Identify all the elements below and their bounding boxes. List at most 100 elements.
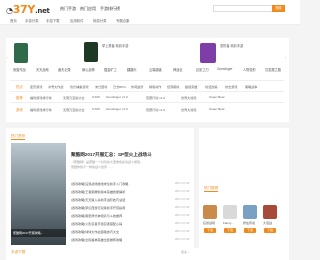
rank-app-name[interactable]: 大话战 (263, 221, 272, 225)
download-button[interactable]: 下载 (244, 228, 256, 233)
subnav-game-downloads[interactable]: 手游下载 (46, 18, 60, 23)
rank-app-name[interactable]: 修仙传说 (243, 221, 255, 225)
app-name-4[interactable]: 掘金矿工 (104, 67, 117, 72)
news-date: 2017-07-03 (175, 221, 190, 225)
game-tag[interactable]: GTA5 (92, 107, 100, 111)
news-list-item[interactable]: [游戏攻略]王者荣耀新版本英雄技能解析 (71, 189, 125, 194)
game-tag[interactable]: Gunslinger v1.0 (106, 107, 128, 111)
app-name-3[interactable]: 狮心战神 (82, 67, 95, 72)
sub-navigation (0, 16, 300, 25)
news-headline[interactable]: 聚酷网2017开服汇总：SP型火上战场斗 (71, 152, 152, 158)
site-logo[interactable]: ◔37Y.net (6, 3, 50, 16)
app-name-7[interactable]: 神战巨 (173, 67, 183, 72)
downloads-section (6, 248, 289, 260)
app-thumbnail-warrior[interactable] (84, 42, 98, 62)
news-description: 《聚酷网》是聚酷一个好玩的大型角色扮演战斗游戏， (71, 160, 144, 164)
nav-game-ranking[interactable]: 手游排行榜 (100, 6, 120, 12)
subnav-online-games[interactable]: 网游分类 (93, 18, 107, 23)
hot-tag[interactable]: 动漫改编 (205, 84, 217, 89)
hot-tag[interactable]: 日式RPG (113, 84, 126, 89)
rank-app-icon[interactable] (263, 205, 277, 219)
recommend-tag[interactable]: Super Bear (209, 95, 225, 99)
news-description: 聚酷你的不一样的战斗世界…… (71, 165, 114, 169)
hot-tag[interactable]: 策略战争 (245, 84, 257, 89)
hot-tag[interactable]: 冰雪大作战 (48, 84, 63, 89)
rank-app-name[interactable]: 狂暴战场 (203, 221, 215, 225)
news-list-item[interactable]: [游戏攻略]火影忍者手游忍者搭配心得 (71, 221, 122, 226)
app-name-6[interactable]: 云端超级 (149, 67, 162, 72)
news-tab[interactable]: 热门资讯 (11, 134, 26, 140)
game-tag[interactable]: 世界大冒险 (181, 107, 196, 112)
row-divider (10, 102, 284, 103)
app-tag-2: 变形者 精彩手游 (220, 44, 244, 48)
rank-app-icon[interactable] (203, 205, 217, 219)
hot-tag[interactable]: 末日题材 (95, 84, 107, 89)
download-button[interactable]: 下载 (264, 228, 276, 233)
news-list-item[interactable]: [游戏攻略]阴阳师式神培养与斗技推荐 (71, 213, 122, 218)
recommend-tag[interactable]: 无限元宝版大全 (63, 95, 85, 100)
app-name-9[interactable]: Gunslinger (217, 67, 232, 71)
logo-text: 37Y (12, 3, 36, 16)
rank-app-name[interactable]: Fanny... (223, 221, 234, 225)
hot-tag[interactable]: 经营模拟 (167, 84, 179, 89)
carousel-prev-icon[interactable]: ‹ (7, 55, 8, 60)
nav-hot-games[interactable]: 热门手游 (60, 6, 76, 12)
recommend-tag[interactable]: 福利游戏排行榜 (30, 95, 52, 100)
app-name-2[interactable]: 魔天记录 (58, 67, 71, 72)
rank-app-icon[interactable] (223, 205, 237, 219)
banner-caption[interactable]: 聚酷网2017开服攻略... (11, 229, 66, 237)
subnav-topics[interactable]: 专题合集 (116, 18, 130, 23)
news-date: 2017-07-03 (175, 205, 190, 209)
news-list-item[interactable]: [游戏攻略]球球大作战吞噬技巧大全 (71, 229, 119, 234)
rank-app-icon[interactable] (243, 205, 257, 219)
row-label-recommend: 推荐 (16, 96, 23, 100)
game-tag[interactable]: 无限元宝版大全 (63, 107, 85, 112)
app-thumbnail-transformer[interactable] (200, 43, 216, 63)
more-link[interactable]: 更多 > (181, 250, 190, 254)
game-tag[interactable]: 荒野行动 v1.0 (146, 107, 165, 112)
news-list-item[interactable]: [游戏攻略]天天狼人杀新手进阶技巧总结 (71, 197, 125, 202)
row-label-games: 游戏 (16, 108, 23, 112)
recommend-tag[interactable]: Gunslinger v1.0 (106, 95, 128, 99)
app-name-1[interactable]: 天天战地 (36, 67, 49, 72)
search-input[interactable] (213, 5, 273, 12)
hot-tag[interactable]: 欢乐捕鱼游戏 (70, 84, 89, 89)
search-button[interactable]: 搜索 (272, 5, 285, 12)
app-name-11[interactable]: 汉发展之路 (265, 67, 281, 72)
app-name-0[interactable]: 熊猫作战 (13, 67, 26, 72)
app-thumbnail-panda[interactable] (14, 43, 28, 63)
subnav-home[interactable]: 首页 (10, 18, 17, 23)
news-date: 2017-07-03 (175, 213, 190, 217)
news-list-item[interactable]: [游戏攻略]狂暴战场绝地求生新手入门攻略 (71, 181, 128, 186)
logo-circle-icon: ◔ (6, 6, 13, 15)
subnav-apps[interactable]: 应用软件 (70, 18, 84, 23)
game-tag[interactable]: Super Bear (209, 107, 225, 111)
app-name-8[interactable]: 幻影之刃 (196, 67, 209, 72)
hot-tag[interactable]: 休闲益智 (131, 84, 143, 89)
hot-tag[interactable]: 超级英雄 (185, 84, 197, 89)
downloads-section-title: 手游下载 (11, 250, 26, 254)
news-date: 2017-07-03 (175, 189, 190, 193)
hot-tag[interactable]: 横版动作 (149, 84, 161, 89)
download-button[interactable]: 下载 (224, 228, 236, 233)
hot-tag[interactable]: 变形游戏 (30, 84, 42, 89)
section-divider (10, 80, 284, 81)
hot-tag[interactable]: 射击游戏 (225, 84, 237, 89)
news-list-item[interactable]: [游戏攻略]梦幻西游无双版新手开荒指南 (71, 205, 125, 210)
news-date: 2017-07-03 (175, 181, 190, 185)
row-label-hot: 热点 (16, 85, 23, 89)
recommend-tag[interactable]: 荒野行动 v1.0 (146, 95, 165, 100)
app-name-10[interactable]: 人物变形 (243, 67, 256, 72)
carousel-next-icon[interactable]: › (285, 55, 286, 60)
news-date: 2017-07-03 (175, 197, 190, 201)
recommend-tab[interactable]: 热门推荐 (204, 186, 219, 192)
recommend-tag[interactable]: 世界大冒险 (181, 95, 196, 100)
news-date: 2017-07-03 (175, 237, 190, 241)
nav-hot-apps[interactable]: 热门应用 (80, 6, 96, 12)
download-button[interactable]: 下载 (204, 228, 216, 233)
recommend-tag[interactable]: GTA5 (92, 95, 100, 99)
game-tag[interactable]: 福利游戏排行榜 (30, 107, 52, 112)
news-list-item[interactable]: [游戏攻略]全民超神英雄出装推荐攻略 (71, 237, 122, 242)
app-name-5[interactable]: 翻翻乐 (127, 67, 137, 72)
subnav-game-categories[interactable]: 手游分类 (25, 18, 39, 23)
